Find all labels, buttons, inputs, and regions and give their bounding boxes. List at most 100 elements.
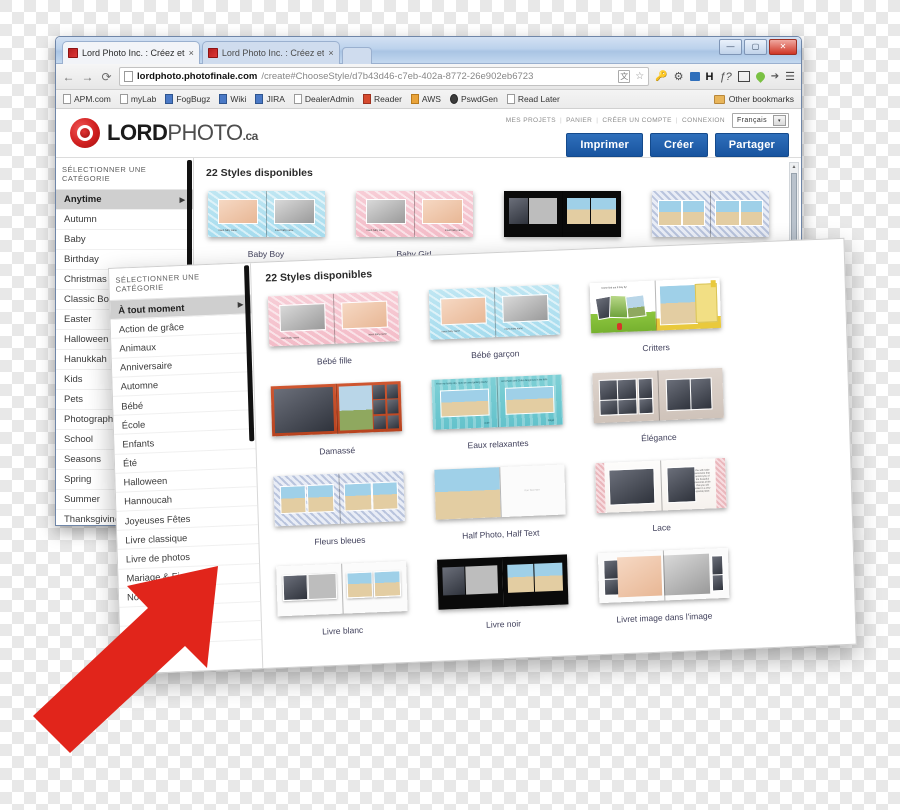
book-thumbnail[interactable]: [275, 561, 408, 617]
reload-icon[interactable]: ⟳: [100, 70, 113, 84]
key-icon[interactable]: 🔑: [655, 71, 667, 82]
book-thumbnail[interactable]: insert baby name insert baby name: [207, 191, 325, 237]
book-thumbnail[interactable]: You will make memories that remind you o…: [594, 457, 727, 514]
link-mes-projets[interactable]: MES PROJETS: [506, 117, 556, 124]
book-thumbnail[interactable]: insert baby name insert baby name: [267, 291, 399, 347]
partager-button[interactable]: Partager: [714, 133, 789, 157]
style-name: Bébé garçon: [471, 348, 520, 361]
new-tab-button[interactable]: [341, 47, 372, 64]
category-label: Livre classique: [125, 531, 188, 546]
menu-icon[interactable]: ☰: [785, 70, 795, 83]
scroll-up-icon[interactable]: ▲: [790, 163, 798, 171]
book-thumbnail[interactable]: [272, 471, 405, 527]
window-controls[interactable]: — ▢ ✕: [719, 39, 797, 55]
style-card-livre-blanc[interactable]: Livre blanc: [274, 561, 409, 638]
category-sidebar-fr[interactable]: SÉLECTIONNER UNE CATÉGORIE À tout moment…: [109, 263, 264, 674]
bookmark-pswdgen[interactable]: PswdGen: [449, 94, 498, 104]
bookmark-star-icon[interactable]: ☆: [635, 71, 644, 82]
bookmark-jira[interactable]: JIRA: [255, 94, 285, 104]
browser-title-bar[interactable]: Lord Photo Inc. : Créez et × Lord Photo …: [56, 37, 801, 64]
style-card-baby-girl[interactable]: insert baby name insert baby name Baby G…: [354, 191, 474, 259]
bookmarks-bar[interactable]: APM.com myLab FogBugz Wiki JIRA DealerAd…: [56, 90, 801, 109]
bookmark-fogbugz[interactable]: FogBugz: [165, 94, 210, 104]
category-item-anytime[interactable]: Anytime ▶: [56, 190, 193, 210]
bookmark-readlater[interactable]: Read Later: [506, 94, 560, 104]
close-icon[interactable]: ×: [189, 48, 194, 58]
translate-icon[interactable]: 文: [618, 70, 631, 83]
droplet-icon[interactable]: [753, 70, 767, 83]
bookmark-aws[interactable]: AWS: [410, 94, 441, 104]
category-list-fr[interactable]: À tout moment ▶ Action de grâce Animaux A…: [110, 295, 262, 647]
style-card-damasse[interactable]: Damassé: [269, 381, 404, 458]
style-card-half-photo-half-text[interactable]: Your Text Here Half Photo, Half Text: [432, 464, 567, 541]
language-select[interactable]: Français ▾: [731, 113, 789, 128]
function-icon[interactable]: ƒ?: [719, 71, 731, 83]
bookmark-mylab[interactable]: myLab: [119, 94, 156, 104]
style-card-elegance[interactable]: Élégance: [590, 367, 725, 445]
top-links[interactable]: MES PROJETS | PANIER | CRÉER UN COMPTE | CO…: [506, 113, 789, 128]
frame-icon[interactable]: [737, 71, 750, 82]
site-logo[interactable]: LORDPHOTO.ca: [70, 118, 258, 148]
chevron-down-icon[interactable]: ▾: [773, 115, 786, 126]
tab-strip[interactable]: Lord Photo Inc. : Créez et × Lord Photo …: [62, 41, 372, 64]
style-card-fleurs-bleues[interactable]: Fleurs bleues: [271, 471, 406, 548]
book-thumbnail[interactable]: [597, 547, 729, 604]
other-bookmarks[interactable]: Other bookmarks: [713, 94, 794, 104]
browser-toolbar[interactable]: ← → ⟳ lordphoto.photofinale.com/create#C…: [56, 64, 801, 90]
bookmark-dealeradmin[interactable]: DealerAdmin: [293, 94, 354, 104]
style-card-livret-image-dans-limage[interactable]: Livret image dans l'image: [596, 547, 731, 625]
style-card-lace[interactable]: You will make memories that remind you o…: [593, 457, 728, 535]
book-thumbnail[interactable]: [503, 191, 621, 237]
style-card-livre-noir[interactable]: Livre noir: [435, 554, 570, 631]
tab-title: Lord Photo Inc. : Créez et: [82, 48, 185, 58]
h-icon[interactable]: H: [706, 71, 714, 83]
bookmark-reader[interactable]: Reader: [363, 94, 402, 104]
style-grid-fr[interactable]: insert baby name insert baby name Bébé f…: [266, 273, 841, 638]
action-buttons[interactable]: Imprimer Créer Partager: [506, 133, 789, 157]
close-icon[interactable]: ×: [328, 48, 333, 58]
book-thumbnail[interactable]: From my family trip, I just we used gett…: [431, 374, 563, 430]
style-card-critters[interactable]: Come find out if they fly! Critters: [588, 277, 723, 355]
book-left-page: [591, 370, 659, 424]
gear-icon[interactable]: ⚙: [674, 70, 684, 83]
category-item-baby[interactable]: Baby: [56, 230, 193, 250]
link-panier[interactable]: PANIER: [566, 117, 592, 124]
back-icon[interactable]: ←: [62, 70, 75, 84]
style-card-bebe-garcon[interactable]: insert baby name insert baby name Bébé g…: [427, 284, 562, 361]
book-thumbnail[interactable]: [651, 191, 769, 237]
address-bar[interactable]: lordphoto.photofinale.com/create#ChooseS…: [119, 67, 650, 86]
category-label: Photography: [64, 414, 118, 425]
category-label: Summer: [64, 494, 100, 505]
browser-window-front[interactable]: SÉLECTIONNER UNE CATÉGORIE À tout moment…: [108, 237, 857, 675]
category-item-autumn[interactable]: Autumn: [56, 210, 193, 230]
extension-toolbar[interactable]: 🔑 ⚙ H ƒ? ➔ ☰: [655, 70, 795, 83]
close-button[interactable]: ✕: [769, 39, 797, 55]
bookmark-apm[interactable]: APM.com: [63, 94, 111, 104]
link-creer-un-compte[interactable]: CRÉER UN COMPTE: [602, 117, 672, 124]
book-thumbnail[interactable]: [591, 367, 724, 424]
book-thumbnail[interactable]: Come find out if they fly!: [589, 277, 721, 334]
style-card-eaux-relaxantes[interactable]: From my family trip, I just we used gett…: [430, 374, 565, 451]
browser-tab-1[interactable]: Lord Photo Inc. : Créez et ×: [62, 41, 200, 64]
book-thumbnail[interactable]: insert baby name insert baby name: [355, 191, 473, 237]
style-card-bebe-fille[interactable]: insert baby name insert baby name Bébé f…: [266, 291, 401, 368]
creer-button[interactable]: Créer: [650, 133, 708, 157]
style-name: Damassé: [319, 445, 356, 457]
browser-tab-2[interactable]: Lord Photo Inc. : Créez et ×: [201, 41, 340, 64]
book-thumbnail[interactable]: [270, 381, 402, 437]
cursor-icon[interactable]: ➔: [771, 71, 779, 82]
style-card-baby-boy[interactable]: insert baby name insert baby name Baby B…: [206, 191, 326, 259]
book-thumbnail[interactable]: Your Text Here: [433, 464, 566, 520]
lace-border: [714, 457, 727, 509]
link-connexion[interactable]: CONNEXION: [682, 117, 725, 124]
chevron-right-icon: ▶: [237, 301, 244, 309]
blue-book-icon[interactable]: [689, 72, 700, 81]
maximize-button[interactable]: ▢: [744, 39, 767, 55]
book-thumbnail[interactable]: [436, 554, 568, 610]
book-right-page: [710, 191, 769, 237]
minimize-button[interactable]: —: [719, 39, 742, 55]
imprimer-button[interactable]: Imprimer: [566, 133, 644, 157]
forward-icon[interactable]: →: [81, 70, 94, 84]
book-thumbnail[interactable]: insert baby name insert baby name: [428, 284, 560, 340]
bookmark-wiki[interactable]: Wiki: [219, 94, 246, 104]
